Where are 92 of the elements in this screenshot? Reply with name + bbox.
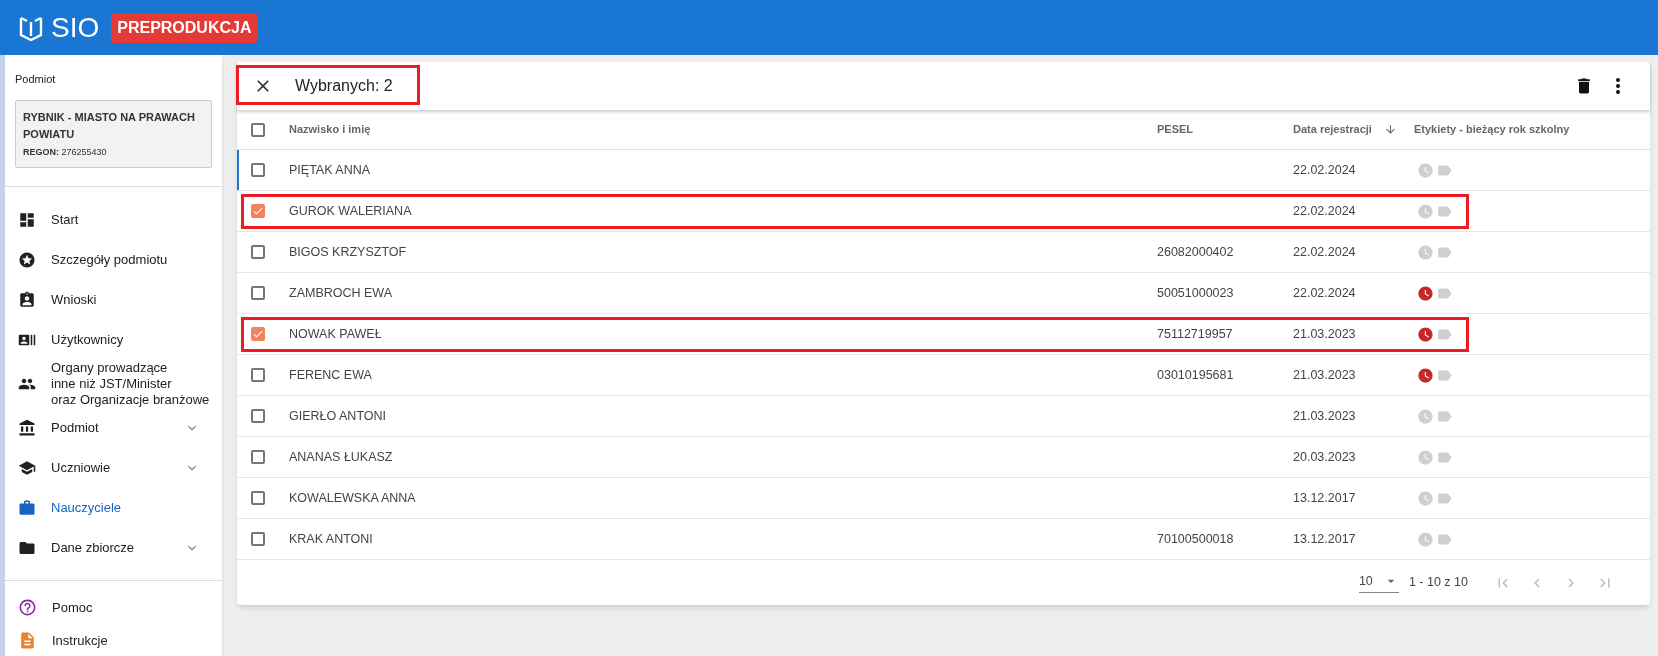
nav-label: Organy prowadzące inne niż JST/Minister oraz Organizacje branżowe [51, 360, 210, 408]
checkbox[interactable] [251, 204, 265, 218]
table-cell-text: 75112719957 [1157, 325, 1234, 343]
table-cell-text: 26082000402 [1157, 243, 1235, 261]
nav-label: Pomoc [52, 598, 93, 617]
graduation-cap-icon [18, 459, 36, 477]
table-cell-text: 22.02.2024 [1293, 243, 1357, 261]
table-cell-text: NOWAK PAWEŁ [289, 325, 383, 343]
table-cell-text: GIERŁO ANTONI [289, 407, 387, 425]
nav-label: Użytkownicy [51, 332, 125, 348]
table-cell-text: PIĘTAK ANNA [289, 161, 372, 179]
nav-label: Podmiot [51, 420, 100, 436]
table-cell-text: 21.03.2023 [1293, 407, 1357, 425]
checkbox[interactable] [251, 286, 265, 300]
table-cell-text: ZAMBROCH EWA [289, 284, 393, 302]
table-row[interactable]: BIGOS KRZYSZTOF 26082000402 22.02.2024 [237, 232, 1650, 273]
checkbox[interactable] [251, 122, 265, 137]
nav-item[interactable]: Start [5, 200, 222, 240]
more-vert-icon [1616, 78, 1620, 94]
checkbox[interactable] [251, 327, 265, 341]
nav-item[interactable]: Organy prowadzące inne niż JST/Minister oraz Organizacje branżowe [5, 360, 222, 408]
checkbox[interactable] [251, 245, 265, 259]
table-row[interactable]: PIĘTAK ANNA 22.02.2024 [237, 150, 1650, 191]
nav-label: Start [51, 212, 80, 228]
environment-badge: PREPRODUKCJA [111, 12, 258, 43]
nav-label: Nauczyciele [51, 500, 123, 516]
nav-label: Dane zbiorcze [51, 540, 136, 556]
nav-item[interactable]: Nauczyciele [5, 488, 222, 528]
nav-item[interactable]: Dane zbiorcze [5, 528, 222, 568]
nav-item[interactable]: Uczniowie [5, 448, 222, 488]
column-header[interactable]: Etykiety - bieżący rok szkolny [1414, 121, 1650, 138]
nav-item[interactable]: Wnioski [5, 280, 222, 320]
regon-text: REGON: 276255430 [23, 145, 108, 159]
page-size-select[interactable]: 10 [1358, 571, 1399, 594]
table-cell-text: ANANAS ŁUKASZ [289, 448, 394, 466]
table-cell-text: 03010195681 [1157, 366, 1235, 384]
table-cell-text: 22.02.2024 [1293, 161, 1357, 179]
checkbox[interactable] [251, 491, 265, 505]
table-row[interactable]: ZAMBROCH EWA 50051000023 22.02.2024 [237, 273, 1650, 314]
sort-arrow-icon[interactable] [1383, 123, 1397, 136]
table-cell-text: 22.02.2024 [1293, 202, 1357, 220]
table-cell-text: 22.02.2024 [1293, 284, 1357, 302]
folder-icon [18, 539, 36, 557]
nav-item[interactable]: Szczegóły podmiotu [5, 240, 222, 280]
badge-icon [18, 291, 36, 309]
column-header[interactable]: Nazwisko i imię [289, 121, 1157, 138]
table-cell-text: 50051000023 [1157, 284, 1235, 302]
help-icon [18, 598, 37, 617]
star-icon [18, 251, 36, 269]
table-cell-text: GUROK WALERIANA [289, 202, 413, 220]
nav-item[interactable]: Instrukcje [5, 624, 222, 656]
briefcase-icon [18, 499, 36, 517]
entity-name: RYBNIK - MIASTO NA PRAWACH POWIATU [23, 109, 196, 142]
nav-label: Wnioski [51, 292, 98, 308]
entity-label: Podmiot [15, 72, 57, 87]
table-cell-text: 20.03.2023 [1293, 448, 1357, 466]
table-cell-text: 70100500018 [1157, 530, 1235, 548]
book-logo-icon [19, 14, 43, 41]
dashboard-icon [18, 211, 36, 229]
checkbox[interactable] [251, 532, 265, 546]
checkbox[interactable] [251, 163, 265, 177]
table-cell-text: FERENC EWA [289, 366, 373, 384]
table-row[interactable]: GIERŁO ANTONI 21.03.2023 [237, 396, 1650, 437]
document-icon [18, 631, 37, 650]
nav-item[interactable]: Użytkownicy [5, 320, 222, 360]
checkbox[interactable] [251, 368, 265, 382]
column-header[interactable]: PESEL [1157, 121, 1293, 138]
table-cell-text: 21.03.2023 [1293, 366, 1357, 384]
table-cell-text: KOWALEWSKA ANNA [289, 489, 417, 507]
checkbox[interactable] [251, 409, 265, 423]
table-row[interactable]: NOWAK PAWEŁ 75112719957 21.03.2023 [237, 314, 1650, 355]
page-range: 1 - 10 z 10 [1408, 574, 1468, 592]
table-row[interactable]: GUROK WALERIANA 22.02.2024 [237, 191, 1650, 232]
table-cell-text: 13.12.2017 [1293, 530, 1357, 548]
nav-item[interactable]: Pomoc [5, 591, 222, 624]
table-cell-text: BIGOS KRZYSZTOF [289, 243, 408, 261]
table-cell-text: 13.12.2017 [1293, 489, 1357, 507]
table-row[interactable]: ANANAS ŁUKASZ 20.03.2023 [237, 437, 1650, 478]
logo-text: SIO [51, 13, 100, 42]
selected-count: Wybranych: 2 [295, 76, 393, 96]
nav-label: Szczegóły podmiotu [51, 252, 169, 268]
bank-icon [18, 419, 36, 437]
table-cell-text: KRAK ANTONI [289, 530, 374, 548]
checkbox[interactable] [251, 450, 265, 464]
table-row[interactable]: KRAK ANTONI 70100500018 13.12.2017 [237, 519, 1650, 560]
nav-label: Instrukcje [52, 631, 108, 650]
table-row[interactable]: FERENC EWA 03010195681 21.03.2023 [237, 355, 1650, 396]
column-header[interactable]: Data rejestracji [1293, 121, 1372, 138]
nav-item[interactable]: Podmiot [5, 408, 222, 448]
table-row[interactable]: KOWALEWSKA ANNA 13.12.2017 [237, 478, 1650, 519]
table-cell-text: 21.03.2023 [1293, 325, 1357, 343]
nav-label: Uczniowie [51, 460, 112, 476]
